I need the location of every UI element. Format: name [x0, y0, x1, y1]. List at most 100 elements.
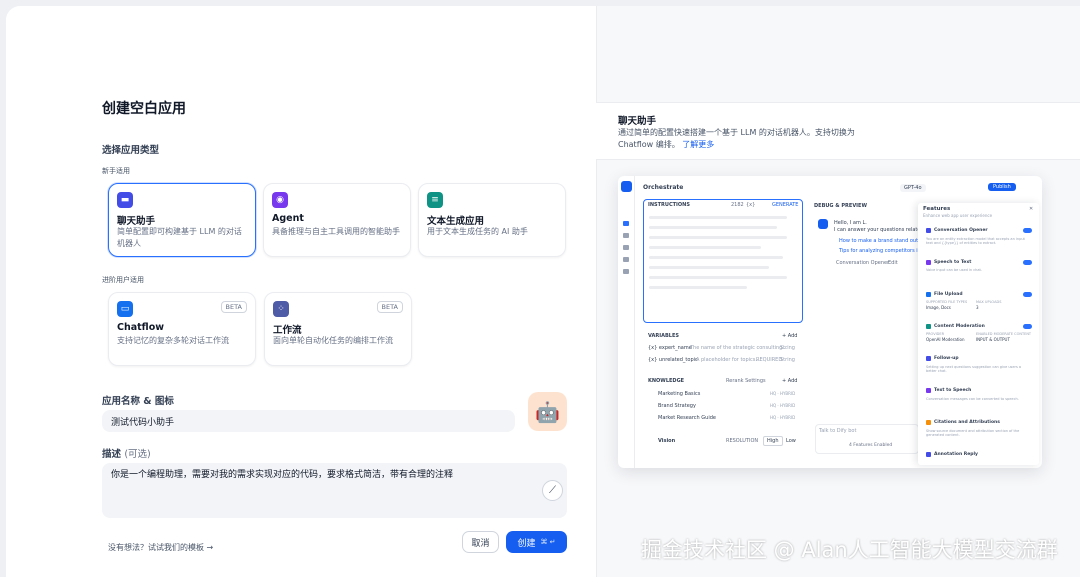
feature-icon: [926, 452, 931, 457]
optional-tag: (可选): [124, 449, 151, 460]
text-gen-icon: ≡: [427, 192, 443, 208]
feature-toggle[interactable]: [1023, 292, 1032, 297]
name-icon-label: 应用名称 & 图标: [102, 396, 174, 407]
chat-input-placeholder: Talk to Dify bot: [819, 428, 857, 434]
orchestrate-nav-icon: [623, 221, 629, 226]
beginner-caption: 新手适用: [102, 167, 130, 175]
magic-wand-icon[interactable]: ⟋: [542, 480, 563, 501]
resolution-high[interactable]: High: [763, 436, 783, 446]
feature-title: Speech to Text: [934, 260, 972, 265]
feature-desc: Conversation messages can be converted t…: [926, 397, 1019, 401]
card-desc: 简单配置即可构建基于 LLM 的对话机器人: [117, 227, 242, 248]
preview-desc-text: 通过简单的配置快速搭建一个基于 LLM 的对话机器人。支持切换为 Chatflo…: [618, 128, 855, 149]
variable-type: String: [780, 345, 795, 351]
feature-toggle[interactable]: [1023, 260, 1032, 265]
text-line: [649, 256, 783, 259]
create-button-label: 创建: [517, 538, 536, 549]
card-chat-assistant[interactable]: ▬ 聊天助手 简单配置即可构建基于 LLM 的对话机器人: [108, 183, 256, 257]
text-line: [649, 286, 747, 289]
debug-preview-title: DEBUG & PREVIEW: [814, 203, 867, 209]
preview-title: 聊天助手: [618, 116, 657, 127]
feature-toggle[interactable]: [1023, 228, 1032, 233]
beta-badge: BETA: [376, 301, 403, 313]
nav-icon: [623, 245, 629, 250]
opener-label: Conversation Opener: [836, 260, 890, 266]
feature-meta-label: ENABLED MODERATE CONTENT: [976, 332, 1032, 336]
card-title: Agent: [272, 213, 304, 224]
card-desc: 用于文本生成任务的 AI 助手: [427, 227, 528, 236]
beta-badge: BETA: [220, 301, 247, 313]
feature-desc: You are an entity extraction model that …: [926, 237, 1025, 245]
knowledge-item: Brand Strategy: [658, 403, 696, 409]
feature-title: Conversation Opener: [934, 228, 988, 233]
cancel-button[interactable]: 取消: [462, 531, 499, 553]
rerank-settings[interactable]: Rerank Settings: [726, 378, 766, 384]
feature-desc: Voice input can be used in chat.: [926, 268, 983, 272]
feature-title: Text to Speech: [934, 388, 972, 393]
text-line: [649, 236, 787, 239]
variable-type: String: [780, 357, 795, 363]
card-desc: 支持记忆的复杂多轮对话工作流: [117, 336, 229, 345]
template-link[interactable]: 没有想法？试试我们的模板 →: [108, 542, 213, 553]
card-title: 文本生成应用: [427, 216, 485, 227]
feature-meta-value: OpenAI Moderation: [926, 337, 965, 342]
nav-icon: [623, 233, 629, 238]
knowledge-tag: HQ · HYBRID: [770, 415, 796, 420]
suggested-question[interactable]: How to make a brand stand out?: [839, 238, 921, 244]
card-title: 工作流: [273, 325, 302, 336]
feature-icon: [926, 356, 931, 361]
close-icon[interactable]: ✕: [1029, 206, 1033, 212]
app-icon-picker[interactable]: 🤖: [528, 392, 567, 431]
edit-opener-link[interactable]: Edit: [888, 260, 898, 266]
app-name-input[interactable]: 测试代码小助手: [102, 410, 515, 432]
feature-desc: Show source document and attribution sec…: [926, 429, 1020, 437]
publish-button[interactable]: Publish: [988, 183, 1016, 191]
add-knowledge-button[interactable]: + Add: [782, 378, 797, 384]
knowledge-label: KNOWLEDGE: [648, 378, 685, 384]
required-tag: REQUIRED: [756, 357, 783, 363]
feature-meta-label: SUPPORTED FILE TYPES: [926, 300, 968, 304]
resolution-label: RESOLUTION: [726, 438, 759, 444]
insert-variable-icon[interactable]: {x}: [746, 202, 755, 208]
bot-message-line: I can answer your questions related: [834, 227, 924, 233]
add-variable-button[interactable]: + Add: [782, 333, 797, 339]
mock-sidebar: [618, 176, 635, 468]
feature-title: Content Moderation: [934, 324, 985, 329]
advanced-caption: 进阶用户适用: [102, 276, 144, 284]
variables-label: VARIABLES: [648, 333, 679, 339]
description-label-text: 描述: [102, 449, 122, 460]
variable-desc: The name of the strategic consulting...: [690, 345, 788, 351]
card-workflow[interactable]: ⁘ BETA 工作流 面向单轮自动化任务的编排工作流: [264, 292, 412, 366]
nav-icon: [623, 257, 629, 262]
card-title: 聊天助手: [117, 216, 156, 227]
feature-title: File Upload: [934, 292, 963, 297]
template-link-text: 没有想法？试试我们的模板: [108, 543, 204, 552]
preview-desc: 通过简单的配置快速搭建一个基于 LLM 的对话机器人。支持切换为 Chatflo…: [618, 127, 880, 151]
description-textarea[interactable]: 你是一个编程助理，需要对我的需求实现对应的代码，要求格式简洁，带有合理的注释: [102, 463, 567, 518]
learn-more-link[interactable]: 了解更多: [682, 140, 714, 149]
description-label: 描述 (可选): [102, 446, 151, 460]
knowledge-tag: HQ · HYBRID: [770, 403, 796, 408]
model-selector[interactable]: GPT-4o: [900, 184, 926, 192]
text-line: [649, 226, 777, 229]
card-agent[interactable]: ◉ Agent 具备推理与自主工具调用的智能助手: [263, 183, 411, 257]
shortcut-hint: ⌘ ↵: [540, 538, 556, 546]
generate-button[interactable]: GENERATE: [772, 202, 798, 208]
vision-label: Vision: [658, 438, 676, 444]
variable-desc: A placeholder for topics...: [696, 357, 761, 363]
features-title: Features: [923, 206, 951, 212]
feature-icon: [926, 260, 931, 265]
nav-icon: [623, 269, 629, 274]
card-text-generation[interactable]: ≡ 文本生成应用 用于文本生成任务的 AI 助手: [418, 183, 566, 257]
bot-message-line: Hello, I am L.: [834, 220, 867, 226]
app-preview-screenshot: Orchestrate GPT-4o Publish INSTRUCTIONS …: [618, 176, 1042, 468]
text-line: [649, 266, 769, 269]
card-chatflow[interactable]: ▭ BETA Chatflow 支持记忆的复杂多轮对话工作流: [108, 292, 256, 366]
create-button[interactable]: 创建 ⌘ ↵: [506, 531, 567, 553]
resolution-low[interactable]: Low: [786, 438, 796, 444]
feature-meta-label: MAX UPLOADS: [976, 300, 1002, 304]
feature-toggle[interactable]: [1023, 324, 1032, 329]
bot-avatar: [818, 219, 828, 229]
feature-icon: [926, 292, 931, 297]
feature-title: Annotation Reply: [934, 452, 978, 457]
